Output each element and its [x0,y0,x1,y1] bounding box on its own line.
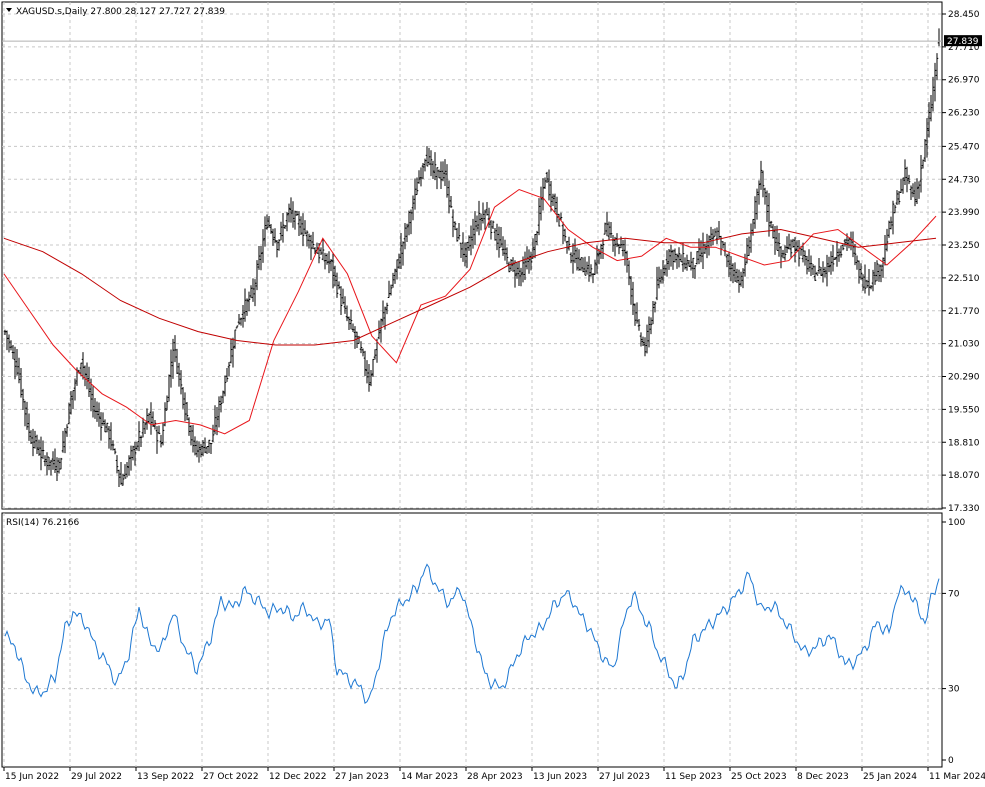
rsi-tick-label: 100 [948,518,965,528]
time-tick-label: 27 Jan 2023 [335,772,389,782]
rsi-axis: 100 70 30 0 [942,518,965,766]
rsi-panel [1,512,943,768]
price-tick-label: 28.450 [948,10,980,20]
time-tick-label: 27 Oct 2022 [203,772,259,782]
time-tick-label: 28 Apr 2023 [467,772,523,782]
rsi-header: RSI(14) 76.2166 [6,518,79,528]
time-tick-label: 27 Jul 2023 [599,772,650,782]
rsi-tick-label: 30 [948,685,960,695]
time-axis: 15 Jun 2022 29 Jul 2022 13 Sep 2022 27 Oct … [3,767,985,782]
time-tick-label: 13 Jun 2023 [533,772,587,782]
time-tick-label: 14 Mar 2023 [401,772,458,782]
time-tick-label: 11 Mar 2024 [929,772,985,782]
current-price-label: 27.839 [947,37,979,47]
time-tick-label: 15 Jun 2022 [5,772,59,782]
price-tick-label: 17.330 [948,504,980,514]
time-tick-label: 8 Dec 2023 [797,772,849,782]
price-tick-label: 20.290 [948,373,980,383]
price-tick-label: 24.730 [948,175,980,185]
price-axis: 28.45027.71026.97026.23025.47024.73023.9… [942,10,980,514]
time-tick-label: 29 Jul 2022 [71,772,122,782]
price-tick-label: 21.770 [948,307,980,317]
time-tick-label: 13 Sep 2022 [137,772,194,782]
price-tick-label: 25.470 [948,142,980,152]
price-tick-label: 23.990 [948,208,980,218]
price-tick-label: 21.030 [948,340,980,350]
price-tick-label: 26.970 [948,76,980,86]
rsi-tick-label: 0 [948,756,954,766]
price-tick-label: 18.810 [948,438,980,448]
price-tick-label: 23.250 [948,241,980,251]
chart-canvas: 28.45027.71026.97026.23025.47024.73023.9… [1,1,985,782]
time-tick-label: 12 Dec 2022 [269,772,327,782]
time-tick-label: 25 Jan 2024 [863,772,917,782]
price-tick-label: 18.070 [948,471,980,481]
time-tick-label: 11 Sep 2023 [665,772,722,782]
price-tick-label: 22.510 [948,274,980,284]
symbol-header: XAGUSD.s,Daily 27.800 28.127 27.727 27.8… [16,7,225,17]
time-tick-label: 25 Oct 2023 [731,772,787,782]
price-tick-label: 26.230 [948,109,980,119]
price-tick-label: 19.550 [948,405,980,415]
rsi-tick-label: 70 [948,589,960,599]
